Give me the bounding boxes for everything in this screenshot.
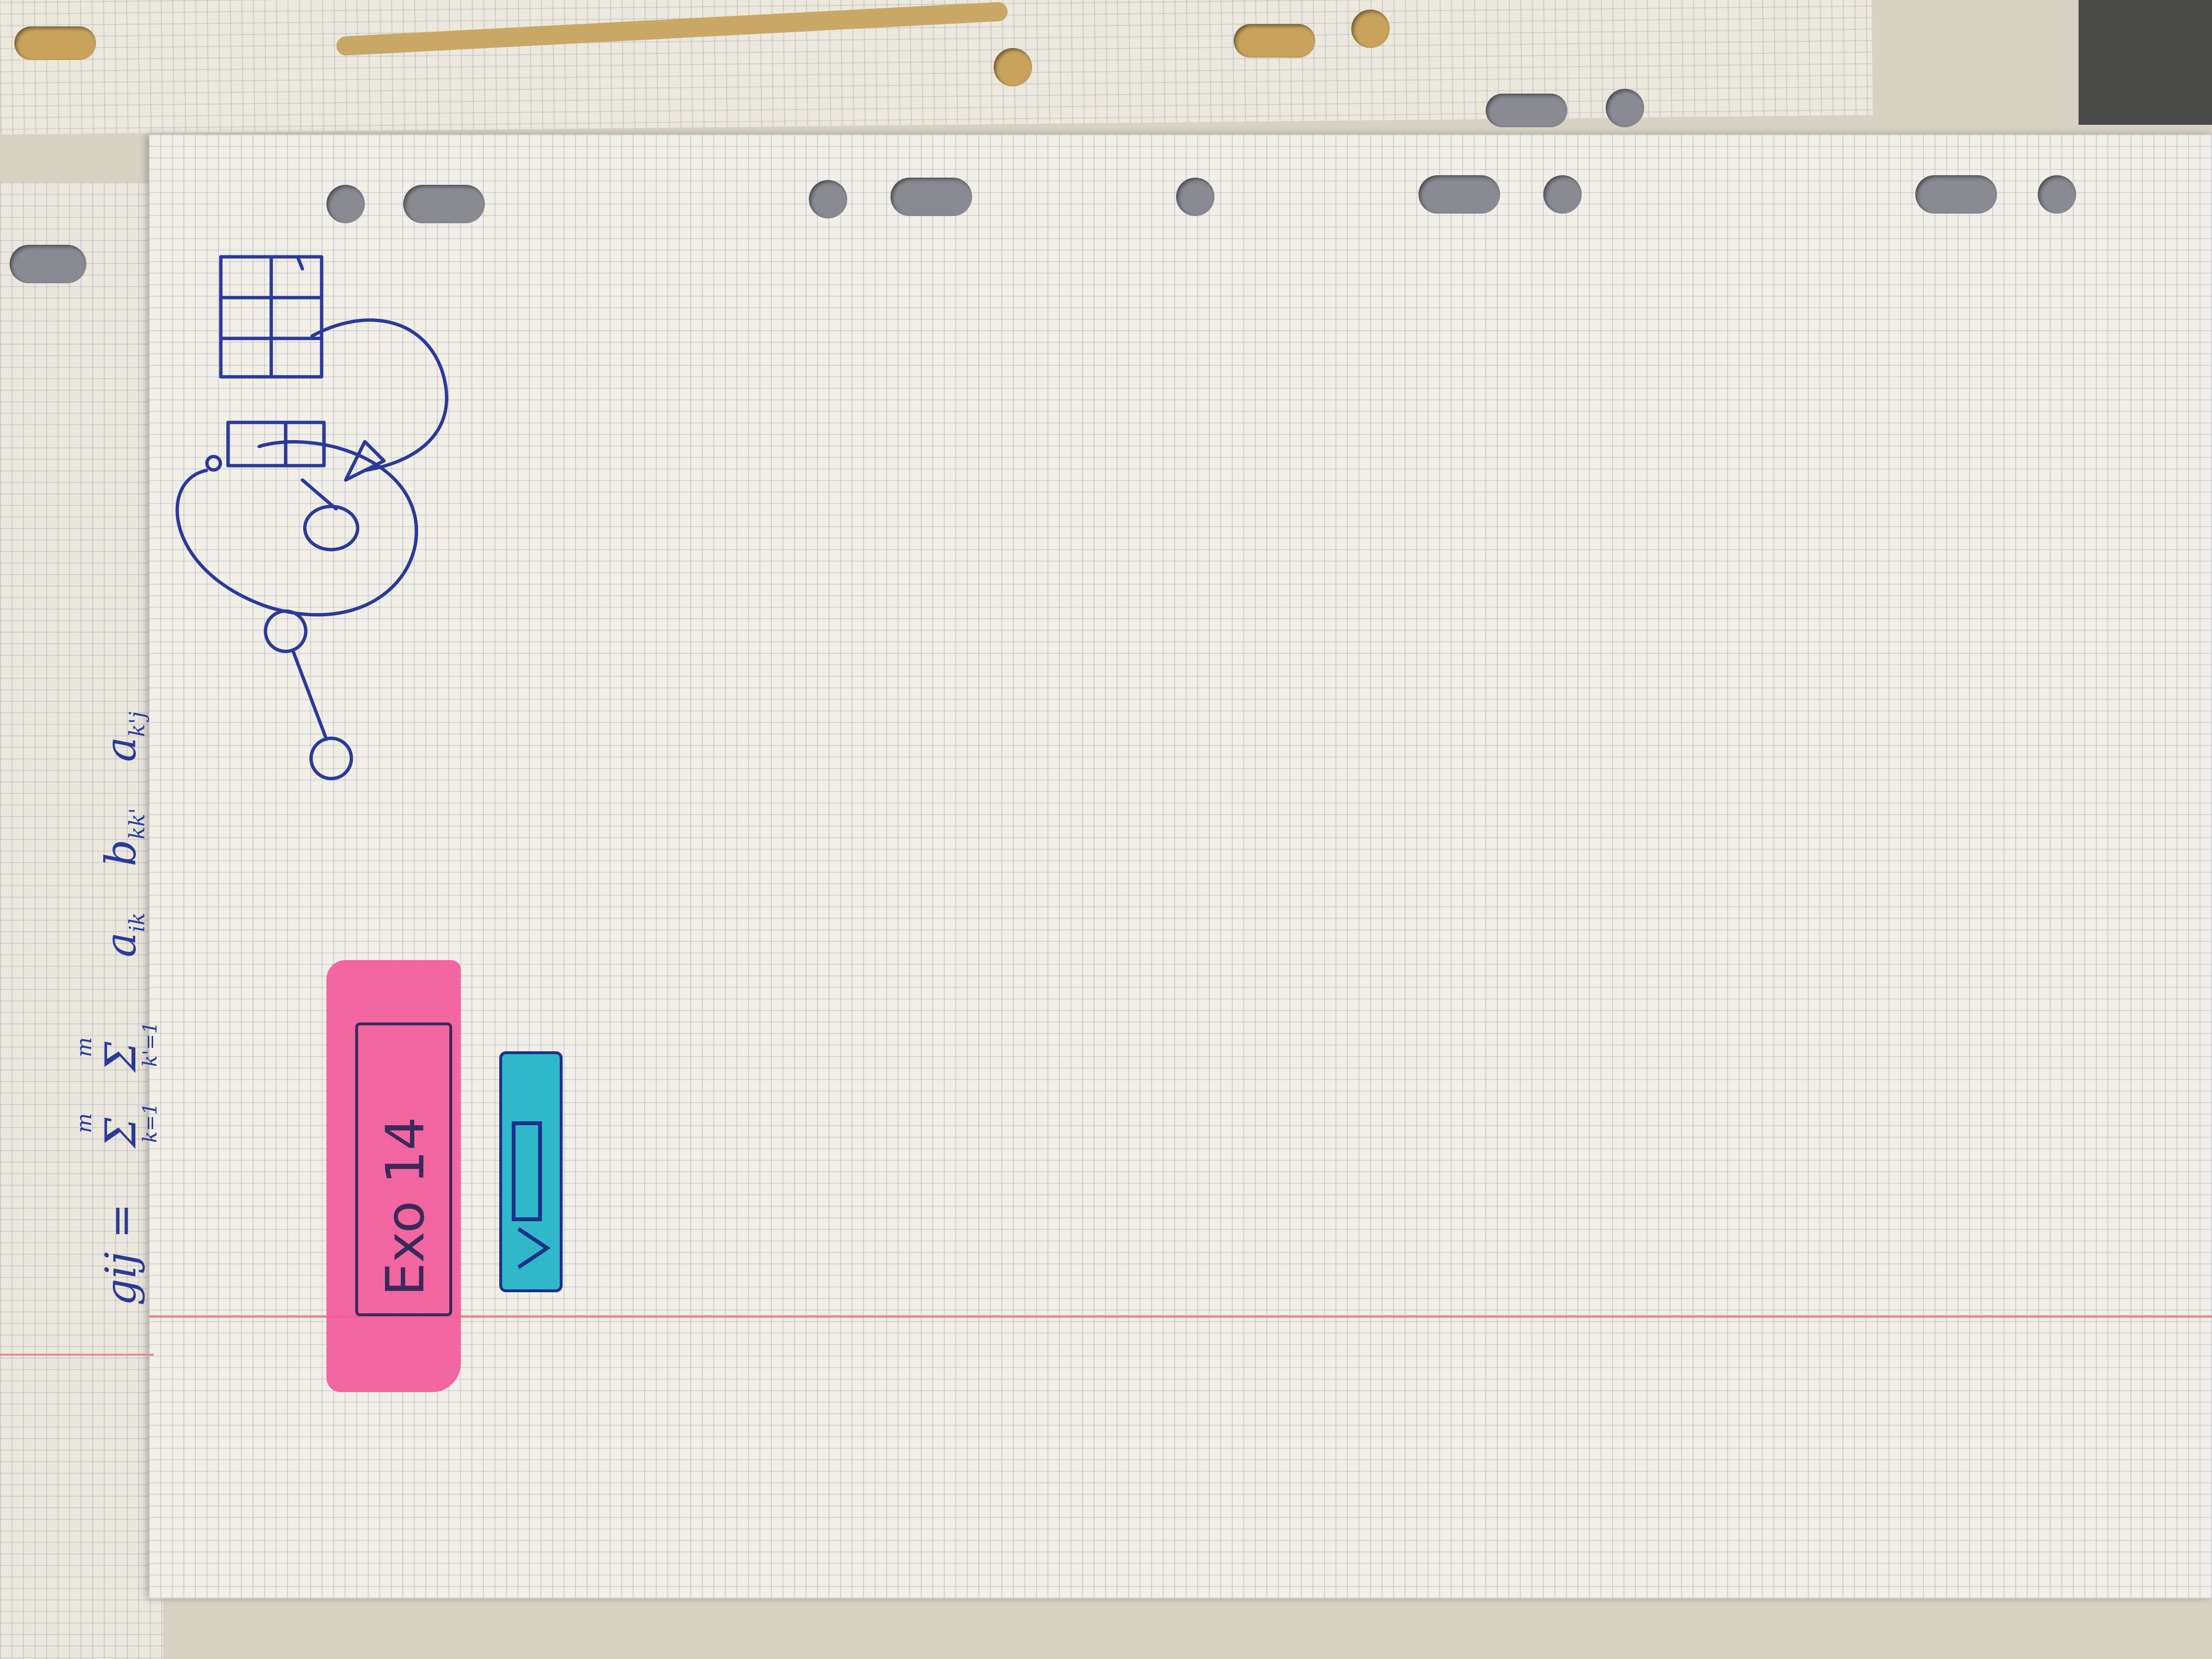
cyan-arrow [517, 1227, 551, 1269]
cyan-drawing [512, 1121, 551, 1269]
cyan-inner-rect [512, 1121, 542, 1221]
photo-scene: gij = m Σ k=1 m Σ k'=1 aik bkk' ak'j Exo… [0, 0, 2212, 1659]
